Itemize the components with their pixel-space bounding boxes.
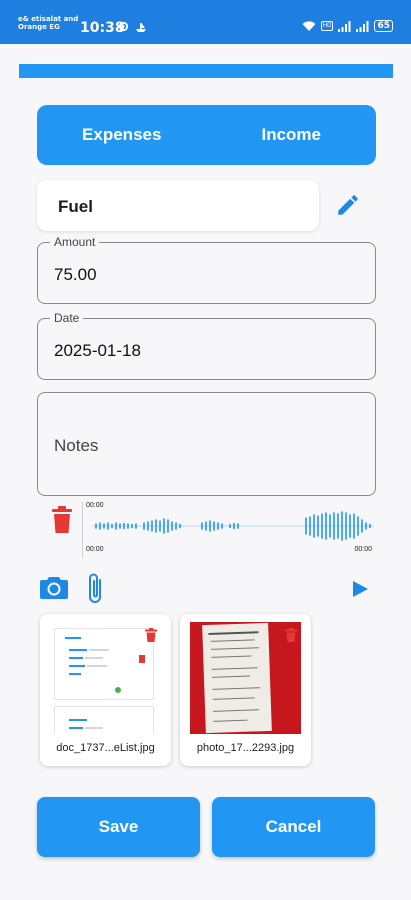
top-accent-bar <box>19 64 393 78</box>
signal-icon-2 <box>356 20 369 32</box>
attachment-file-name: photo_17...2293.jpg <box>196 742 295 754</box>
category-title-field[interactable]: Fuel <box>37 180 319 231</box>
carrier-line-1: e& etisalat and <box>18 15 79 23</box>
hd-voice-badge: HD <box>320 21 334 31</box>
waveform-divider <box>82 502 83 558</box>
signal-icon <box>338 20 351 32</box>
amount-field[interactable]: Amount 75.00 <box>37 235 376 304</box>
type-toggle: Expenses Income <box>37 105 376 165</box>
category-title-value: Fuel <box>58 197 93 216</box>
audio-waveform-player[interactable]: 00:00 00:00 00:00 <box>82 502 376 558</box>
audio-current-time: 00:00 <box>86 502 104 509</box>
delete-audio-icon[interactable] <box>50 506 74 534</box>
delete-attachment-icon[interactable] <box>285 628 297 642</box>
notification-icons <box>118 21 147 32</box>
audio-end-time: 00:00 <box>354 546 372 553</box>
wifi-icon <box>302 20 316 31</box>
attach-file-icon[interactable] <box>86 571 106 605</box>
audio-waveform <box>92 511 374 541</box>
boat-icon <box>136 22 146 32</box>
delete-attachment-icon[interactable] <box>145 628 157 642</box>
attachment-card[interactable]: doc_1737...eList.jpg <box>40 614 171 766</box>
cancel-button[interactable]: Cancel <box>212 797 375 857</box>
play-audio-icon[interactable] <box>351 580 369 598</box>
audio-start-time: 00:00 <box>86 546 104 553</box>
settings-gear-icon <box>118 21 129 32</box>
amount-value: 75.00 <box>54 265 97 284</box>
tab-income[interactable]: Income <box>207 105 377 165</box>
date-value: 2025-01-18 <box>54 341 141 360</box>
carrier-line-2: Orange EG <box>18 23 60 31</box>
camera-icon[interactable] <box>40 574 68 600</box>
attachment-card[interactable]: photo_17...2293.jpg <box>180 614 311 766</box>
system-icons: HD 65 <box>302 20 393 32</box>
save-button[interactable]: Save <box>37 797 200 857</box>
date-label: Date <box>50 311 84 325</box>
notes-field[interactable]: Notes <box>37 392 376 496</box>
date-field[interactable]: Date 2025-01-18 <box>37 311 376 380</box>
edit-pencil-icon[interactable] <box>335 192 361 218</box>
carrier-name: e& etisalat and Orange EG <box>18 15 78 31</box>
notes-placeholder: Notes <box>54 436 99 455</box>
tab-expenses[interactable]: Expenses <box>37 105 207 165</box>
status-bar: e& etisalat and Orange EG 10:38 HD 65 <box>0 0 411 44</box>
amount-label: Amount <box>50 235 100 249</box>
attachment-file-name: doc_1737...eList.jpg <box>56 742 155 754</box>
battery-icon: 65 <box>374 20 393 32</box>
